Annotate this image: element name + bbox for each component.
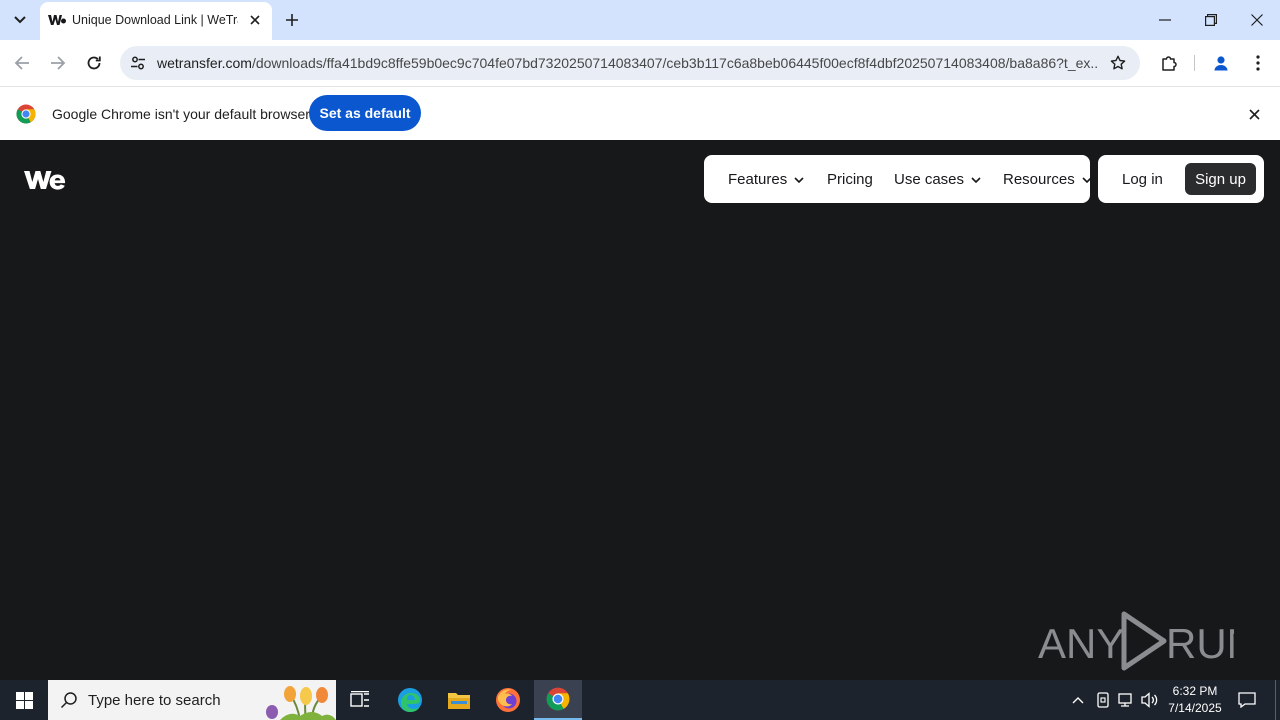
arrow-left-icon [14,56,29,70]
nav-resources[interactable]: Resources [1003,171,1092,188]
task-view-icon [350,691,369,707]
profile-button[interactable] [1207,49,1235,77]
taskbar-clock[interactable]: 6:32 PM 7/14/2025 [1160,683,1230,717]
minimize-button[interactable] [1150,6,1180,34]
file-explorer-taskbar-button[interactable] [435,680,483,720]
show-desktop-button[interactable] [1275,680,1276,720]
restore-icon [1205,14,1217,26]
watermark-right-text: RUN [1166,620,1234,667]
close-window-button[interactable] [1242,6,1272,34]
wetransfer-favicon-icon [48,15,66,25]
new-tab-button[interactable] [280,8,304,32]
tray-network-button[interactable] [1116,690,1136,710]
action-center-button[interactable] [1234,688,1260,712]
chrome-logo-icon [16,104,36,124]
chrome-icon [546,687,570,711]
search-highlight-illustration [266,686,336,720]
tab-strip: Unique Download Link | WeTransfer [0,0,1280,40]
network-icon [1118,693,1132,707]
tab-title: Unique Download Link | WeTransfer [72,13,238,27]
active-tab[interactable]: Unique Download Link | WeTransfer [40,2,272,40]
nav-use-cases[interactable]: Use cases [894,171,981,188]
site-info-button[interactable] [126,51,150,75]
taskbar-search[interactable]: Type here to search [48,680,336,720]
default-browser-infobar: Google Chrome isn't your default browser… [0,86,1280,140]
nav-pricing[interactable]: Pricing [827,171,873,188]
task-view-button[interactable] [336,680,384,720]
anyrun-watermark: ANY RUN [1038,611,1234,671]
reload-button[interactable] [80,49,108,77]
back-button[interactable] [8,49,36,77]
nav-features-label: Features [728,171,788,188]
signup-button[interactable]: Sign up [1185,163,1256,195]
folder-icon [448,693,470,709]
windows-logo-icon [15,691,33,709]
bookmark-button[interactable] [1106,51,1130,75]
url-text[interactable]: wetransfer.com/downloads/ffa41bd9c8ffe59… [157,55,1097,71]
edge-icon [398,688,422,712]
tune-icon [131,56,145,70]
tab-search-button[interactable] [6,6,34,34]
nav-use-cases-label: Use cases [894,171,965,188]
set-as-default-button[interactable]: Set as default [309,95,421,131]
chevron-down-icon [14,16,26,24]
puzzle-icon [1162,56,1177,71]
close-icon [250,15,260,25]
browser-toolbar: wetransfer.com/downloads/ffa41bd9c8ffe59… [0,40,1280,86]
tray-overflow-button[interactable] [1068,690,1088,710]
start-button[interactable] [0,680,48,720]
windows-taskbar: Type here to search 6:32 PM 7/14/2025 [0,680,1280,720]
infobar-close-button[interactable] [1243,103,1265,125]
chevron-down-icon [794,176,804,183]
profile-icon [1214,56,1228,71]
firefox-taskbar-button[interactable] [484,680,532,720]
more-vertical-icon [1256,55,1260,71]
clock-date: 7/14/2025 [1168,701,1222,715]
wetransfer-page: Features Pricing Use cases Resources Log… [0,140,1280,680]
restore-button[interactable] [1196,6,1226,34]
search-icon [60,692,77,709]
nav-resources-label: Resources [1003,171,1075,188]
url-path: /downloads/ffa41bd9c8ffe59b0ec9c704fe07b… [251,55,1097,71]
watermark-left-text: ANY [1038,620,1124,667]
chevron-down-icon [1082,176,1092,183]
extensions-button[interactable] [1155,49,1183,77]
chevron-up-icon [1072,697,1084,704]
device-icon [1097,692,1109,708]
nav-features[interactable]: Features [728,171,804,188]
auth-nav: Log in Sign up [1098,155,1264,203]
nav-pricing-label: Pricing [827,171,873,188]
url-host: wetransfer.com [157,55,252,71]
menu-button[interactable] [1244,49,1272,77]
forward-button[interactable] [44,49,72,77]
toolbar-separator [1194,55,1195,71]
notification-icon [1238,692,1256,708]
close-icon [1251,14,1263,26]
firefox-icon [496,688,520,712]
main-nav: Features Pricing Use cases Resources [704,155,1092,203]
chevron-down-icon [971,176,981,183]
chrome-taskbar-button[interactable] [534,680,582,720]
search-placeholder: Type here to search [88,692,221,709]
tray-volume-button[interactable] [1140,690,1160,710]
star-icon [1110,55,1126,70]
clock-time: 6:32 PM [1172,684,1218,698]
infobar-message: Google Chrome isn't your default browser [52,106,310,122]
tray-device-button[interactable] [1093,690,1113,710]
wetransfer-logo[interactable] [24,170,66,190]
arrow-right-icon [51,56,66,70]
login-link[interactable]: Log in [1122,171,1163,188]
reload-icon [87,56,101,70]
minimize-icon [1159,19,1171,21]
tab-close-button[interactable] [246,11,264,29]
close-icon [1248,108,1260,120]
address-bar[interactable]: wetransfer.com/downloads/ffa41bd9c8ffe59… [120,46,1140,80]
plus-icon [286,14,298,26]
edge-taskbar-button[interactable] [386,680,434,720]
volume-icon [1141,692,1158,708]
